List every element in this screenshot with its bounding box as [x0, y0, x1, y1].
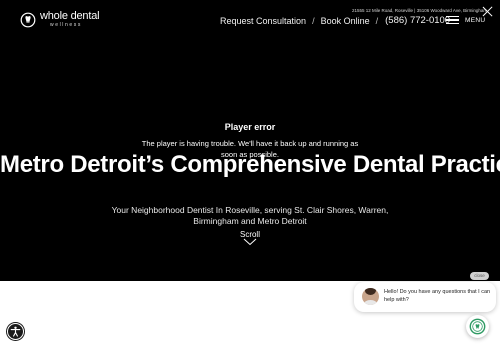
- menu-label: MENU: [465, 16, 486, 24]
- hero-headline: Metro Detroit’s Comprehensive Dental Pra…: [0, 151, 500, 178]
- logo-subtitle: wellness: [50, 22, 82, 28]
- accessibility-button[interactable]: [7, 323, 24, 340]
- chevron-down-icon[interactable]: [243, 238, 257, 246]
- header-nav: Request Consultation / Book Online / (58…: [220, 15, 450, 26]
- nav-separator: /: [375, 15, 379, 26]
- player-error-title: Player error: [224, 122, 276, 132]
- phone-link[interactable]: (586) 772-0100: [385, 15, 450, 26]
- chat-launcher-icon: [469, 318, 486, 335]
- hero-subline: Your Neighborhood Dentist In Roseville, …: [111, 205, 389, 226]
- accessibility-icon: [10, 326, 20, 337]
- chat-greeting-bubble[interactable]: Hello! Do you have any questions that I …: [354, 282, 496, 312]
- chat-message: Hello! Do you have any questions that I …: [384, 289, 491, 303]
- hero-section: whole dental wellness 21555 12 Mile Road…: [0, 0, 500, 281]
- logo-name: whole dental: [40, 10, 100, 22]
- chat-launcher-button[interactable]: [466, 315, 489, 338]
- menu-button[interactable]: MENU: [446, 16, 485, 24]
- avatar: [362, 288, 379, 305]
- nav-separator: /: [312, 15, 315, 26]
- request-consultation-link[interactable]: Request Consultation: [220, 16, 306, 26]
- chat-close-button[interactable]: close: [470, 272, 489, 280]
- logo-wordmark: whole dental wellness: [40, 10, 100, 28]
- tooth-logo-icon: [20, 12, 36, 27]
- address-line[interactable]: 21555 12 Mile Road, Roseville | 35106 Wo…: [352, 8, 487, 13]
- book-online-link[interactable]: Book Online: [321, 16, 370, 26]
- site-logo[interactable]: whole dental wellness: [20, 10, 100, 28]
- hamburger-icon: [446, 16, 459, 24]
